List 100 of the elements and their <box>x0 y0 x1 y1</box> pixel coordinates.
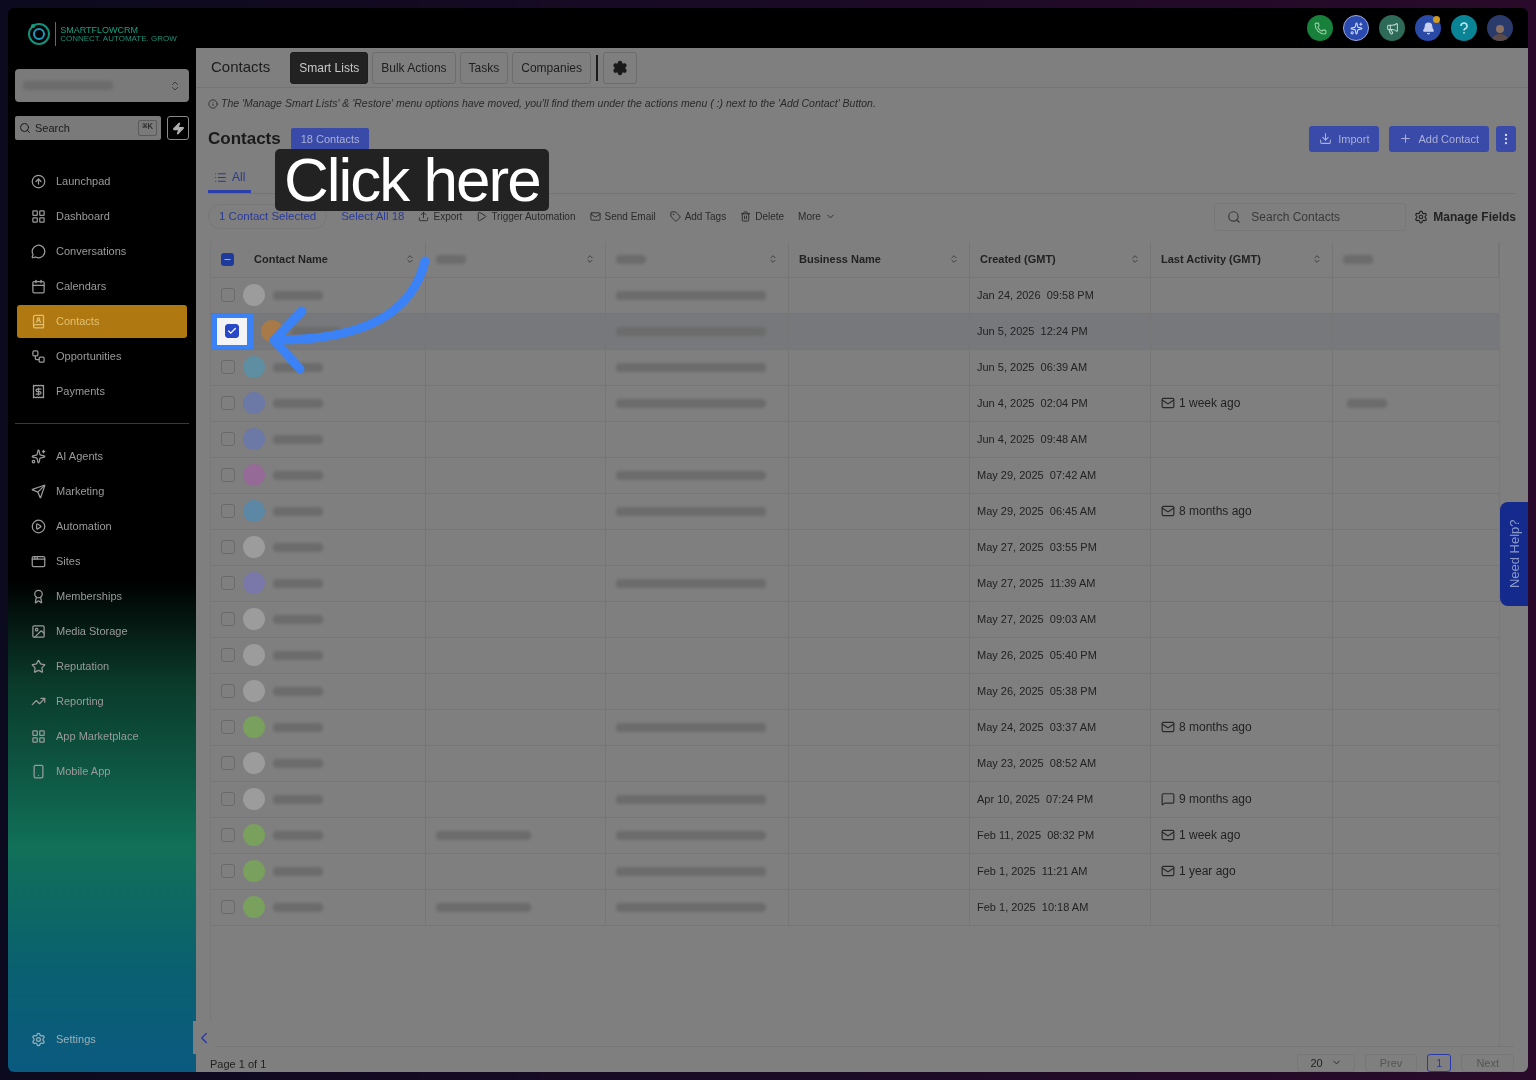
header-tab[interactable]: Companies <box>512 51 591 84</box>
table-row[interactable]: Feb 11, 2025 08:32 PM 1 week ago <box>211 817 1499 854</box>
nav-item[interactable]: Settings <box>15 1023 189 1056</box>
column-header[interactable] <box>436 254 595 265</box>
sort-icon[interactable] <box>768 254 778 265</box>
column-header[interactable]: Business Name <box>799 251 959 268</box>
envelope-icon <box>1161 396 1175 411</box>
table-row[interactable]: Jun 5, 2025 12:24 PM <box>211 313 1499 350</box>
account-switcher[interactable] <box>15 69 189 102</box>
ai-button[interactable] <box>1343 15 1369 41</box>
image-icon <box>31 624 46 639</box>
sort-icon[interactable] <box>949 254 959 265</box>
manage-fields-button[interactable]: Manage Fields <box>1414 207 1516 226</box>
table-cell-text: Jun 5, 2025 12:24 PM <box>977 324 1088 339</box>
table-row[interactable]: Jun 4, 2025 02:04 PM 1 week ago <box>211 385 1499 422</box>
nav-item[interactable]: Dashboard <box>17 200 187 233</box>
nav-item[interactable]: Launchpad <box>17 165 187 198</box>
sort-icon[interactable] <box>1312 254 1322 265</box>
table-row[interactable]: Jun 5, 2025 06:39 AM <box>211 349 1499 386</box>
nav-item[interactable]: Contacts <box>17 305 187 338</box>
nav-item[interactable]: Mobile App <box>17 755 187 788</box>
table-row[interactable]: May 26, 2025 05:40 PM <box>211 637 1499 674</box>
nav-item[interactable]: Calendars <box>17 270 187 303</box>
nav-item[interactable]: Marketing <box>17 475 187 508</box>
checkbox[interactable] <box>225 324 239 339</box>
sort-icon[interactable] <box>1130 254 1140 265</box>
sort-icon[interactable] <box>405 254 415 265</box>
toolbar-action[interactable]: Export <box>418 209 463 225</box>
table-row[interactable]: Jun 4, 2025 09:48 AM <box>211 421 1499 458</box>
avatar[interactable] <box>1487 15 1513 41</box>
nav-item[interactable]: Media Storage <box>17 615 187 648</box>
sparkles-icon <box>1349 21 1363 35</box>
quick-actions-button[interactable] <box>167 116 189 140</box>
table-row[interactable]: May 26, 2025 05:38 PM <box>211 673 1499 710</box>
column-header[interactable]: Created (GMT) <box>980 251 1140 268</box>
table-cell-text: May 27, 2025 11:39 AM <box>977 576 1096 591</box>
page-button[interactable]: 1 <box>1427 1053 1452 1072</box>
browser-window-icon <box>31 554 46 569</box>
select-all-checkbox[interactable] <box>221 252 234 266</box>
toolbar-action[interactable]: Send Email <box>589 209 656 225</box>
table-row[interactable]: May 27, 2025 03:55 PM <box>211 529 1499 566</box>
settings-button[interactable] <box>603 51 637 84</box>
table-row[interactable]: Apr 10, 2025 07:24 PM 9 months ago <box>211 781 1499 818</box>
table-row[interactable]: May 29, 2025 06:45 AM 8 months ago <box>211 493 1499 530</box>
header-tab[interactable]: Tasks <box>459 51 509 84</box>
toolbar-action[interactable]: Add Tags <box>669 209 727 225</box>
header-tab[interactable]: Bulk Actions <box>372 51 456 84</box>
need-help-tab[interactable]: Need Help? <box>1500 502 1528 606</box>
select-all-link[interactable]: Select All 18 <box>341 208 405 226</box>
table-row[interactable]: Feb 1, 2025 10:18 AM <box>211 889 1499 926</box>
toolbar-action[interactable]: Delete <box>740 209 785 225</box>
more-actions-button[interactable] <box>1496 125 1516 152</box>
toolbar-action[interactable]: Trigger Automation <box>476 209 576 225</box>
table-row[interactable]: May 27, 2025 09:03 AM <box>211 601 1499 638</box>
lightning-icon <box>171 121 185 135</box>
search-icon <box>1227 209 1242 224</box>
nav-item[interactable]: Sites <box>17 545 187 578</box>
nav-item[interactable]: Memberships <box>17 580 187 613</box>
table-cell-text: Apr 10, 2025 07:24 PM <box>977 792 1094 807</box>
column-header[interactable]: Contact Name <box>254 251 415 268</box>
add-contact-button[interactable]: Add Contact <box>1389 125 1489 152</box>
column-header[interactable]: Last Activity (GMT) <box>1161 251 1322 268</box>
nav-item[interactable]: App Marketplace <box>17 720 187 753</box>
nav-item[interactable]: Opportunities <box>17 340 187 373</box>
award-icon <box>31 589 46 604</box>
nav-item[interactable]: Reputation <box>17 650 187 683</box>
sort-icon[interactable] <box>585 254 595 265</box>
network-icon <box>31 349 46 364</box>
table-cell-text: Jun 4, 2025 02:04 PM <box>977 396 1088 411</box>
phone-button[interactable] <box>1307 15 1333 41</box>
nav-item[interactable]: Payments <box>17 375 187 408</box>
nav-item[interactable]: Automation <box>17 510 187 543</box>
gear-icon <box>612 59 628 76</box>
list-tab[interactable]: All <box>208 164 252 193</box>
search-field[interactable]: Search ⌘K <box>15 116 161 140</box>
toolbar-action[interactable]: More <box>798 209 836 225</box>
import-button[interactable]: Import <box>1309 125 1380 152</box>
search-contacts-field[interactable]: Search Contacts <box>1214 202 1407 231</box>
nav-item[interactable]: Reporting <box>17 685 187 718</box>
announcements-button[interactable] <box>1379 15 1405 41</box>
star-icon <box>31 659 46 674</box>
table-row[interactable]: Jan 24, 2026 09:58 PM <box>211 277 1499 314</box>
calendar-icon <box>31 279 46 294</box>
header-tab[interactable]: Smart Lists <box>290 51 369 84</box>
notifications-button[interactable] <box>1415 15 1441 41</box>
table-row[interactable]: Feb 1, 2025 11:21 AM 1 year ago <box>211 853 1499 890</box>
count-badge: 18 Contacts <box>290 127 370 150</box>
table-row[interactable]: May 29, 2025 07:42 AM <box>211 457 1499 494</box>
play-icon <box>476 211 488 223</box>
nav-item[interactable]: AI Agents <box>17 440 187 473</box>
help-button[interactable] <box>1451 15 1477 41</box>
table-row[interactable]: May 24, 2025 03:37 AM 8 months ago <box>211 709 1499 746</box>
column-header[interactable] <box>616 254 778 265</box>
table-row[interactable]: May 23, 2025 08:52 AM <box>211 745 1499 782</box>
nav-item[interactable]: Conversations <box>17 235 187 268</box>
brand-name: SMARTFLOWCRM <box>60 25 140 35</box>
per-page-select[interactable]: 20 <box>1297 1053 1355 1072</box>
speech-bubble-icon <box>1161 792 1175 807</box>
launch-icon <box>31 174 46 189</box>
table-row[interactable]: May 27, 2025 11:39 AM <box>211 565 1499 602</box>
